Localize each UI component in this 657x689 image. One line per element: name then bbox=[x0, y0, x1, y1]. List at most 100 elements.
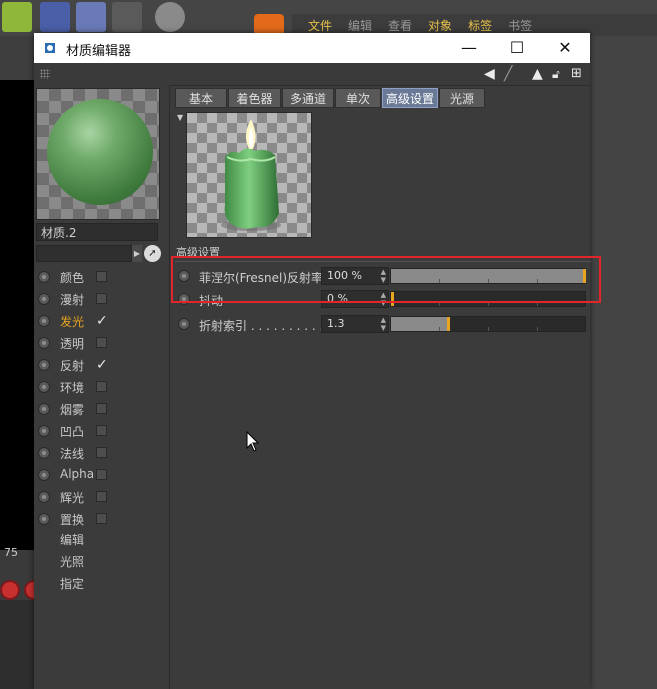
channel-label: 透明 bbox=[60, 337, 85, 351]
dialog-toolbar: ◀ ╱ ▲ 🔓︎ ⊞ bbox=[34, 63, 590, 86]
channel-checkbox[interactable] bbox=[96, 293, 107, 304]
channel-item[interactable]: 环境 bbox=[34, 377, 168, 399]
tab-single-pass[interactable]: 单次 bbox=[335, 88, 381, 108]
material-editor-dialog: 材质编辑器 — ☐ ✕ ◀ ╱ ▲ 🔓︎ ⊞ 材质.2 ▶ ➚ 颜色 漫射 发光 ✓ 透… bbox=[34, 33, 601, 689]
radio-icon[interactable] bbox=[38, 491, 50, 503]
channel-item[interactable]: 法线 bbox=[34, 443, 168, 465]
new-panel-icon[interactable]: ⊞ bbox=[571, 66, 582, 82]
radio-icon[interactable] bbox=[38, 293, 50, 305]
sidebar-item-edit[interactable]: 编辑 bbox=[60, 531, 84, 548]
collapse-arrow-icon[interactable]: ▼ bbox=[177, 113, 183, 122]
mouse-cursor-icon bbox=[246, 431, 260, 452]
preview-sphere bbox=[47, 99, 153, 205]
channel-sidebar: 材质.2 ▶ ➚ 颜色 漫射 发光 ✓ 透明反射 ✓ 环境烟雾凹凸法线 Alpha 辉光置换 编… bbox=[34, 85, 170, 689]
slider-tick bbox=[439, 327, 440, 331]
lock-icon[interactable]: 🔓︎ bbox=[552, 66, 560, 82]
channel-label: 凹凸 bbox=[60, 425, 85, 439]
record-icon[interactable] bbox=[0, 580, 20, 600]
material-name-field[interactable]: 材质.2 bbox=[36, 223, 158, 241]
shape-icon[interactable] bbox=[40, 2, 70, 32]
menu-edit[interactable]: 编辑 bbox=[348, 17, 372, 34]
camera-icon[interactable] bbox=[112, 2, 142, 32]
animate-radio-icon[interactable] bbox=[178, 318, 190, 330]
channel-item[interactable]: 透明 bbox=[34, 333, 168, 355]
tab-shader[interactable]: 着色器 bbox=[228, 88, 281, 108]
slider-fill bbox=[391, 317, 449, 331]
property-slider[interactable] bbox=[390, 316, 586, 332]
radio-icon[interactable] bbox=[38, 513, 50, 525]
material-preview[interactable] bbox=[36, 88, 160, 220]
channel-item[interactable]: 凹凸 bbox=[34, 421, 168, 443]
tab-multipass[interactable]: 多通道 bbox=[282, 88, 334, 108]
channel-checkbox[interactable] bbox=[96, 271, 107, 282]
radio-icon[interactable] bbox=[38, 469, 50, 481]
channel-checkbox[interactable] bbox=[96, 425, 107, 436]
cube-icon[interactable] bbox=[2, 2, 32, 32]
channel-checkbox[interactable]: ✓ bbox=[96, 314, 108, 328]
channel-checkbox[interactable] bbox=[96, 403, 107, 414]
menu-tags[interactable]: 标签 bbox=[468, 17, 492, 34]
spinner-icon[interactable]: ▲ ▼ bbox=[381, 316, 386, 332]
channel-label: 法线 bbox=[60, 447, 85, 461]
maximize-button[interactable]: ☐ bbox=[502, 35, 532, 61]
channel-label: 环境 bbox=[60, 381, 85, 395]
app-icon bbox=[45, 43, 55, 53]
radio-icon[interactable] bbox=[38, 359, 50, 371]
timeline-panel bbox=[0, 600, 36, 689]
tab-basic[interactable]: 基本 bbox=[175, 88, 227, 108]
frame-value: 75 bbox=[4, 546, 18, 559]
dialog-title: 材质编辑器 bbox=[66, 44, 132, 59]
minimize-button[interactable]: — bbox=[454, 35, 484, 61]
channel-item[interactable]: 颜色 bbox=[34, 267, 168, 289]
radio-icon[interactable] bbox=[38, 447, 50, 459]
radio-icon[interactable] bbox=[38, 381, 50, 393]
channel-item[interactable]: 发光 ✓ bbox=[34, 311, 168, 333]
slider-knob[interactable] bbox=[447, 317, 450, 331]
forward-icon[interactable]: ╱ bbox=[504, 66, 512, 82]
property-value-field[interactable]: 1.3 ▲ ▼ bbox=[321, 315, 389, 333]
channel-item[interactable]: 漫射 bbox=[34, 289, 168, 311]
channel-item[interactable]: 烟雾 bbox=[34, 399, 168, 421]
channel-item[interactable]: Alpha bbox=[34, 465, 168, 487]
grip-icon[interactable] bbox=[40, 69, 50, 79]
light-icon[interactable] bbox=[155, 2, 185, 32]
channel-checkbox[interactable] bbox=[96, 513, 107, 524]
back-arrow-icon[interactable]: ◀ bbox=[484, 66, 495, 82]
attribute-panel bbox=[590, 36, 657, 689]
channel-label: 置换 bbox=[60, 513, 85, 527]
channel-checkbox[interactable] bbox=[96, 469, 107, 480]
menu-object[interactable]: 对象 bbox=[428, 17, 452, 34]
viewport[interactable] bbox=[0, 80, 36, 550]
menu-bookmarks[interactable]: 书签 bbox=[508, 17, 532, 34]
sidebar-item-illumination[interactable]: 光照 bbox=[60, 553, 84, 570]
close-button[interactable]: ✕ bbox=[550, 35, 580, 61]
channel-checkbox[interactable] bbox=[96, 337, 107, 348]
up-arrow-icon[interactable]: ▲ bbox=[532, 66, 543, 82]
candle-preview[interactable] bbox=[186, 112, 312, 238]
title-bar[interactable]: 材质编辑器 — ☐ ✕ bbox=[34, 33, 590, 63]
channel-checkbox[interactable] bbox=[96, 447, 107, 458]
deformer-icon[interactable] bbox=[76, 2, 106, 32]
tab-bar: 基本 着色器 多通道 单次 高级设置 光源 bbox=[175, 88, 486, 108]
radio-icon[interactable] bbox=[38, 403, 50, 415]
radio-icon[interactable] bbox=[38, 315, 50, 327]
channel-item[interactable]: 反射 ✓ bbox=[34, 355, 168, 377]
channel-checkbox[interactable] bbox=[96, 381, 107, 392]
pick-arrow-icon[interactable]: ➚ bbox=[144, 245, 161, 262]
viewport-header bbox=[0, 36, 36, 82]
sidebar-item-assign[interactable]: 指定 bbox=[60, 575, 84, 592]
channel-checkbox[interactable] bbox=[96, 491, 107, 502]
menu-view[interactable]: 查看 bbox=[388, 17, 412, 34]
material-link-field[interactable] bbox=[36, 245, 132, 262]
dropdown-arrow-icon[interactable]: ▶ bbox=[132, 245, 142, 262]
radio-icon[interactable] bbox=[38, 425, 50, 437]
tab-advanced[interactable]: 高级设置 bbox=[382, 88, 438, 108]
channel-item[interactable]: 置换 bbox=[34, 509, 168, 531]
property-label: 折射索引 . . . . . . . . . . . bbox=[199, 319, 331, 333]
radio-icon[interactable] bbox=[38, 337, 50, 349]
channel-checkbox[interactable]: ✓ bbox=[96, 358, 108, 372]
channel-item[interactable]: 辉光 bbox=[34, 487, 168, 509]
menu-file[interactable]: 文件 bbox=[308, 17, 332, 34]
tab-light[interactable]: 光源 bbox=[439, 88, 485, 108]
radio-icon[interactable] bbox=[38, 271, 50, 283]
